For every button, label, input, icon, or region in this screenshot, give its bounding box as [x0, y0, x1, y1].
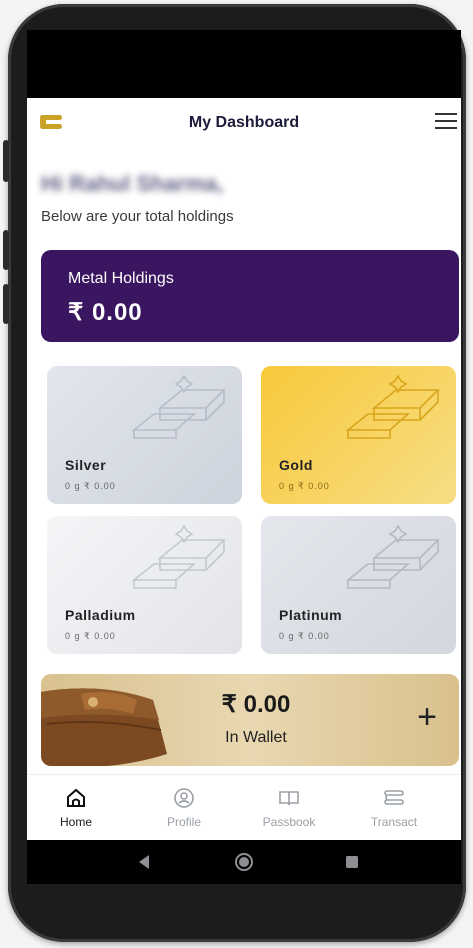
metal-summary: 0 g ₹ 0.00: [65, 631, 116, 641]
metal-name: Platinum: [279, 607, 343, 623]
greeting-text: Hi Rahul Sharma,: [41, 171, 224, 196]
tab-label: Profile: [166, 815, 201, 829]
bottom-tab-bar: Home Profile Passbook Transact: [27, 774, 461, 840]
hamburger-menu-icon[interactable]: [435, 113, 457, 129]
metal-summary: 0 g ₹ 0.00: [65, 481, 116, 491]
status-bar: [27, 30, 461, 98]
system-navigation-bar: [27, 840, 461, 884]
metal-bars-icon: [345, 374, 440, 439]
metal-bars-icon: [345, 524, 440, 589]
wallet-card[interactable]: ₹ 0.00 In Wallet +: [41, 674, 459, 766]
page-title: My Dashboard: [188, 114, 300, 131]
tab-label: Transact: [370, 815, 418, 829]
profile-icon: [174, 788, 194, 808]
metal-card-gold[interactable]: Gold 0 g ₹ 0.00: [261, 366, 456, 504]
back-icon[interactable]: [137, 854, 151, 870]
app-header: My Dashboard: [27, 98, 461, 148]
metal-card-silver[interactable]: Silver 0 g ₹ 0.00: [47, 366, 242, 504]
home-icon: [67, 788, 85, 807]
home-circle-icon[interactable]: [234, 852, 254, 872]
tab-profile[interactable]: Profile: [139, 775, 229, 840]
tab-label: Passbook: [262, 815, 316, 829]
tab-home[interactable]: Home: [31, 775, 121, 840]
app-screen: My Dashboard Hi Rahul Sharma, Below are …: [27, 98, 461, 840]
metal-bars-icon: [131, 374, 226, 439]
wallet-amount: ₹ 0.00: [221, 691, 291, 718]
metal-name: Palladium: [65, 607, 136, 623]
transact-icon: [384, 790, 404, 805]
holdings-label: Metal Holdings: [68, 270, 174, 287]
holdings-value: ₹ 0.00: [68, 299, 143, 326]
side-button: [3, 230, 9, 270]
tab-transact[interactable]: Transact: [349, 775, 439, 840]
metal-summary: 0 g ₹ 0.00: [279, 631, 330, 641]
add-money-button[interactable]: +: [417, 700, 437, 734]
metal-name: Gold: [279, 457, 313, 473]
metal-name: Silver: [65, 457, 107, 473]
tab-passbook[interactable]: Passbook: [244, 775, 334, 840]
side-button: [3, 284, 9, 324]
metal-card-palladium[interactable]: Palladium 0 g ₹ 0.00: [47, 516, 242, 654]
tab-label: Home: [59, 815, 92, 829]
metal-card-platinum[interactable]: Platinum 0 g ₹ 0.00: [261, 516, 456, 654]
wallet-label: In Wallet: [225, 729, 287, 746]
metal-bars-icon: [131, 524, 226, 589]
metal-summary: 0 g ₹ 0.00: [279, 481, 330, 491]
passbook-icon: [279, 791, 299, 806]
wallet-icon: [41, 688, 167, 766]
holdings-subtitle: Below are your total holdings: [41, 208, 234, 225]
metal-holdings-card[interactable]: Metal Holdings ₹ 0.00: [41, 250, 459, 342]
recents-icon[interactable]: [345, 855, 359, 869]
side-button: [3, 140, 9, 182]
